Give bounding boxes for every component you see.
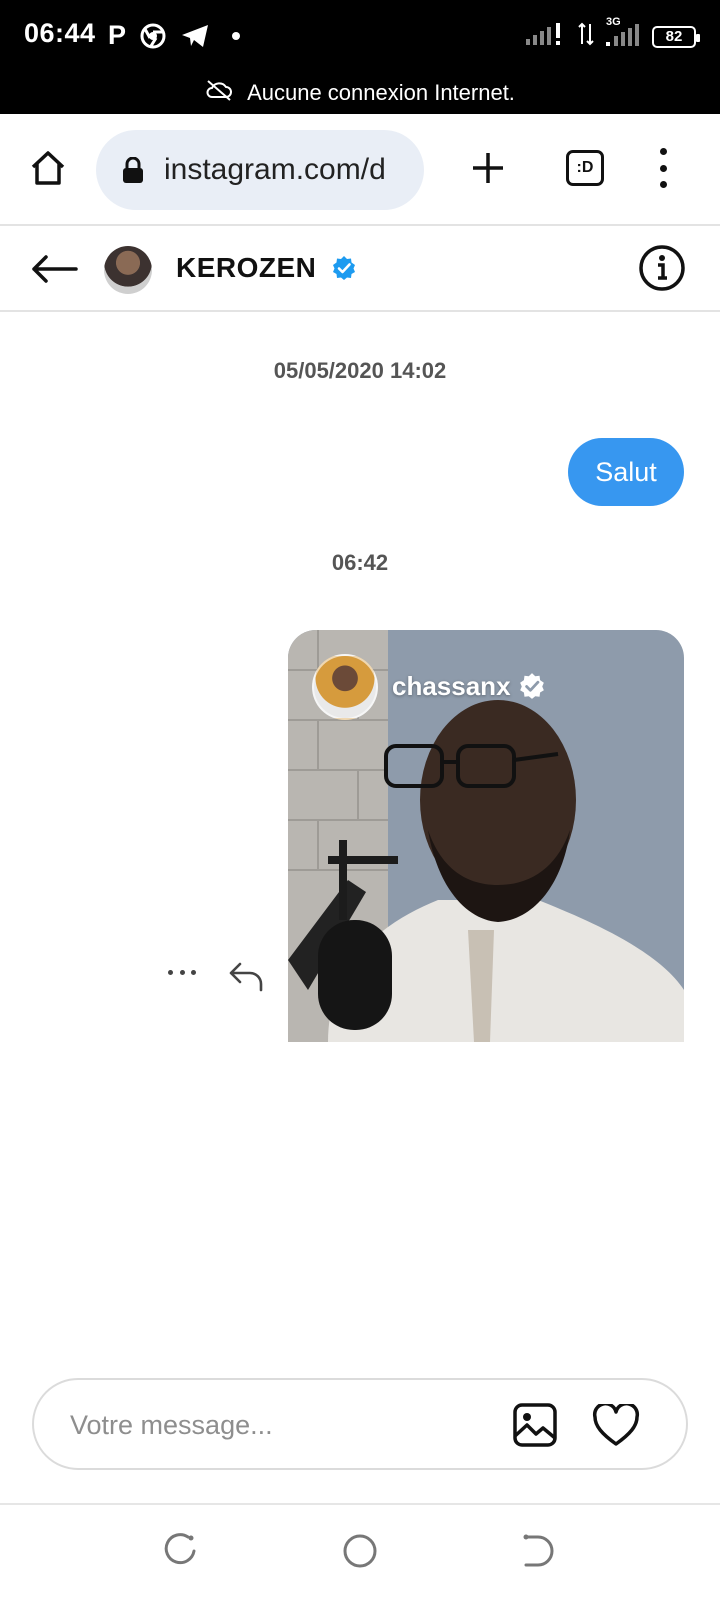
browser-toolbar: instagram.com/d :D (0, 114, 720, 226)
parking-app-icon: P (108, 20, 127, 50)
contact-avatar[interactable] (104, 246, 152, 294)
telegram-icon (180, 23, 210, 49)
reply-button[interactable] (228, 960, 264, 992)
signal-sim1-icon (526, 23, 566, 50)
new-tab-button[interactable] (468, 148, 508, 188)
plus-icon (473, 153, 503, 183)
more-notifications-dot-icon (232, 31, 241, 40)
message-input[interactable] (70, 1402, 470, 1448)
message-timestamp: 06:42 (331, 550, 389, 575)
lock-icon (123, 157, 143, 183)
image-upload-button[interactable] (512, 1402, 558, 1448)
battery-level: 82 (665, 28, 683, 45)
cloud-off-icon (205, 79, 233, 107)
shared-post-avatar[interactable] (312, 654, 378, 720)
menu-dot-icon (659, 148, 667, 155)
address-bar[interactable]: instagram.com/d (96, 130, 424, 210)
address-bar-url: instagram.com/d (164, 153, 386, 186)
chrome-icon (140, 23, 166, 49)
message-composer (32, 1378, 688, 1470)
offline-banner: Aucune connexion Internet. (0, 72, 720, 114)
recents-button[interactable] (162, 1533, 198, 1569)
back-nav-button[interactable] (522, 1533, 558, 1569)
browser-menu-button[interactable] (648, 148, 678, 188)
shared-post-username[interactable]: chassanx (392, 671, 511, 702)
menu-dot-icon (659, 164, 667, 172)
more-dot-icon (168, 969, 173, 975)
signal-sim2-icon: 3G (606, 16, 640, 51)
verified-badge-icon (520, 673, 544, 699)
data-transfer-icon (578, 22, 594, 51)
info-button[interactable] (638, 244, 686, 292)
notification-icons: P (108, 20, 241, 51)
network-type-label: 3G (606, 16, 621, 28)
arrow-left-icon (32, 255, 78, 283)
system-nav-bar (0, 1505, 720, 1600)
tab-switcher-label: :D (576, 159, 594, 176)
shared-post-card[interactable]: chassanx (288, 630, 684, 1042)
status-time: 06:44 (24, 18, 96, 48)
more-dot-icon (191, 969, 196, 975)
back-button[interactable] (30, 246, 78, 292)
message-more-button[interactable] (168, 962, 196, 982)
contact-name[interactable]: KEROZEN (176, 252, 316, 284)
home-nav-button[interactable] (342, 1533, 378, 1569)
status-right-icons: 3G 82 (526, 16, 700, 51)
status-bar: 06:44 P 3G 82 (0, 0, 720, 72)
tab-switcher-button[interactable]: :D (566, 150, 604, 186)
heart-like-button[interactable] (592, 1404, 640, 1448)
battery-icon: 82 (652, 25, 700, 48)
chat-header: KEROZEN (0, 226, 720, 312)
message-timestamp: 05/05/2020 14:02 (273, 358, 447, 383)
home-button[interactable] (28, 148, 68, 188)
more-dot-icon (179, 969, 185, 975)
outgoing-message-bubble[interactable]: Salut (568, 438, 684, 506)
menu-dot-icon (659, 181, 667, 188)
verified-badge-icon (333, 256, 355, 280)
offline-banner-text: Aucune connexion Internet. (247, 80, 515, 105)
home-icon (31, 151, 65, 185)
